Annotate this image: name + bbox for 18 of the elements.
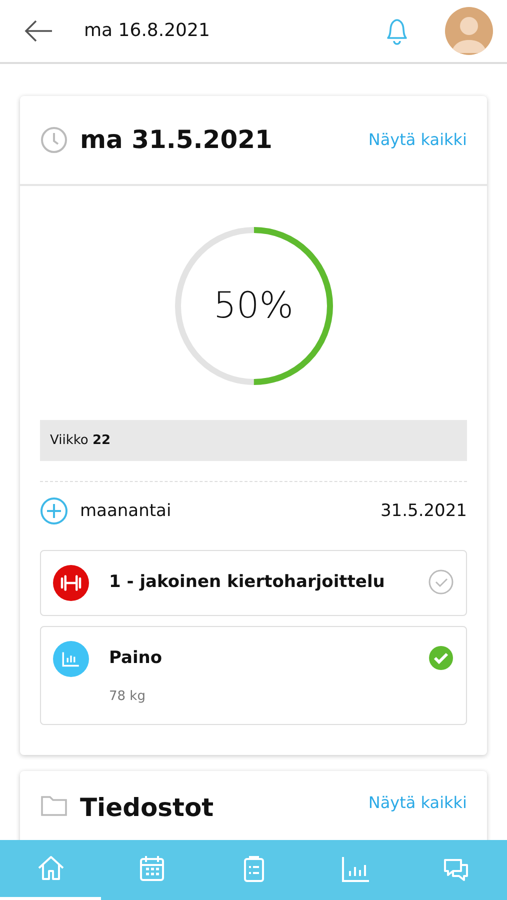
card-title: Tiedostot — [80, 792, 215, 822]
entry-title: Paino — [109, 646, 164, 670]
back-icon[interactable] — [24, 18, 54, 43]
check-icon[interactable] — [428, 644, 454, 671]
entry-title: 1 - jakoinen kiertoharjoittelu — [109, 570, 386, 594]
entry-value: 78 kg — [109, 688, 146, 704]
avatar[interactable] — [445, 6, 493, 55]
day-date: 31.5.2021 — [380, 500, 467, 521]
check-icon[interactable] — [428, 568, 454, 595]
day-name: maanantai — [80, 500, 172, 521]
clock-icon — [40, 126, 68, 154]
card-title: ma 31.5.2021 — [80, 125, 274, 154]
progress-percent: 50% — [214, 285, 294, 326]
entry-card[interactable]: Paino 78 kg — [40, 626, 467, 725]
week-label: Viikko 22 — [50, 432, 111, 448]
add-icon[interactable] — [40, 496, 68, 525]
entry-card[interactable]: 1 - jakoinen kiertoharjoittelu — [40, 550, 467, 616]
header-date: ma 16.8.2021 — [84, 20, 211, 42]
